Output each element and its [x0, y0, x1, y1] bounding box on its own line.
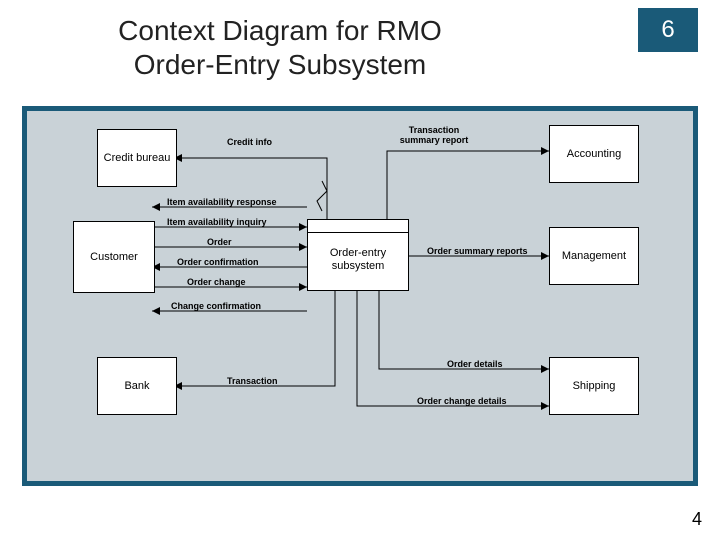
- flow-label-order-change-details: Order change details: [417, 396, 507, 406]
- entity-accounting: Accounting: [549, 125, 639, 183]
- flow-label-change-confirmation: Change confirmation: [171, 301, 261, 311]
- slide-title: Context Diagram for RMO Order-Entry Subs…: [0, 14, 560, 82]
- process-header-bar: [308, 220, 408, 233]
- flow-label-credit-info: Credit info: [227, 137, 272, 147]
- entity-bank-label: Bank: [124, 380, 149, 393]
- entity-management: Management: [549, 227, 639, 285]
- flow-label-item-availability-inquiry: Item availability inquiry: [167, 217, 267, 227]
- process-order-entry-subsystem: Order-entry subsystem: [307, 219, 409, 291]
- entity-customer: Customer: [73, 221, 155, 293]
- entity-accounting-label: Accounting: [567, 148, 621, 161]
- flow-label-transaction: Transaction: [227, 376, 278, 386]
- flow-label-order-details: Order details: [447, 359, 503, 369]
- entity-customer-label: Customer: [90, 251, 138, 264]
- title-line-1: Context Diagram for RMO: [118, 15, 442, 46]
- entity-credit-bureau: Credit bureau: [97, 129, 177, 187]
- flow-label-transaction-summary-report: Transaction summary report: [389, 125, 479, 145]
- title-line-2: Order-Entry Subsystem: [134, 49, 427, 80]
- process-label: Order-entry subsystem: [308, 233, 408, 273]
- page-number: 4: [692, 509, 702, 530]
- flow-label-order-change: Order change: [187, 277, 246, 287]
- entity-management-label: Management: [562, 250, 626, 263]
- flow-label-order-confirmation: Order confirmation: [177, 257, 259, 267]
- flow-label-item-availability-response: Item availability response: [167, 197, 277, 207]
- entity-credit-bureau-label: Credit bureau: [104, 152, 171, 165]
- entity-shipping-label: Shipping: [573, 380, 616, 393]
- diagram-panel: Order-entry subsystem Credit bureau Cust…: [22, 106, 698, 486]
- flow-label-order: Order: [207, 237, 232, 247]
- entity-shipping: Shipping: [549, 357, 639, 415]
- flow-label-order-summary-reports: Order summary reports: [427, 246, 528, 256]
- chapter-badge: 6: [638, 8, 698, 52]
- chapter-number: 6: [661, 16, 674, 44]
- entity-bank: Bank: [97, 357, 177, 415]
